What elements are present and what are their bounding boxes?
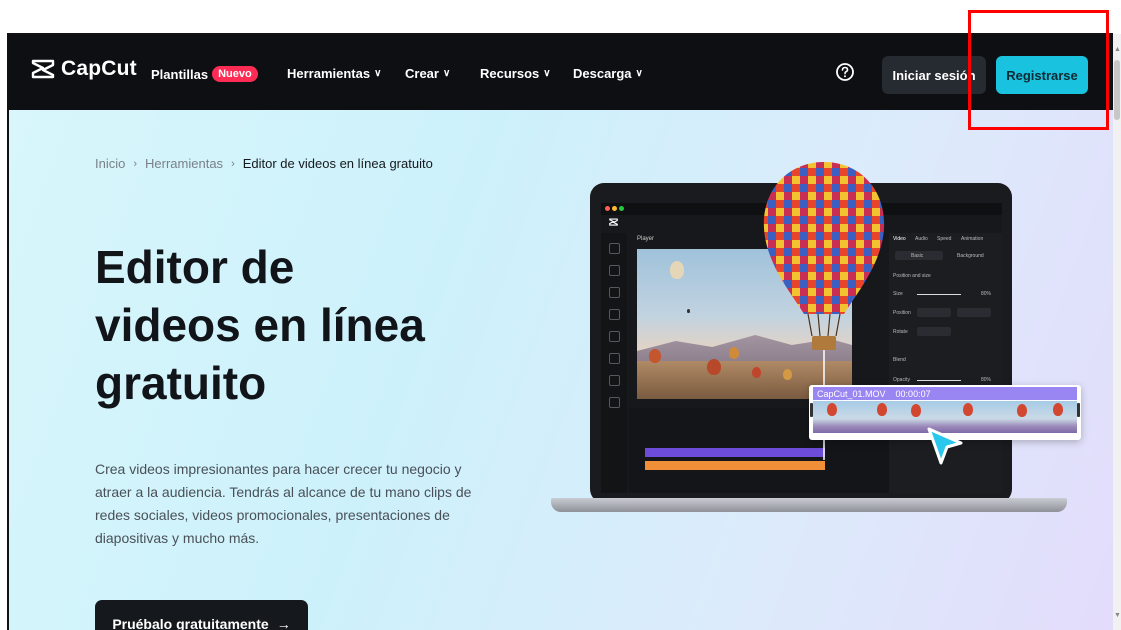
effects-icon xyxy=(609,353,620,364)
opacity-value: 80% xyxy=(981,377,992,383)
help-icon[interactable] xyxy=(835,62,855,82)
nav-item-plantillas[interactable]: Plantillas Nuevo xyxy=(151,66,258,82)
annotation-highlight-box xyxy=(968,10,1109,130)
transition-icon xyxy=(609,375,620,386)
text-icon xyxy=(609,309,620,320)
logo-text: CapCut xyxy=(61,57,137,80)
title-line: videos en línea xyxy=(95,299,425,351)
chevron-right-icon: › xyxy=(231,157,235,170)
position-label: Position xyxy=(893,310,911,316)
player-label: Player xyxy=(637,236,655,242)
tab-speed: Speed xyxy=(937,236,952,242)
nav-item-descarga[interactable]: Descarga ∨ xyxy=(573,66,643,81)
size-value: 80% xyxy=(981,291,992,297)
page-scrollbar[interactable] xyxy=(1113,34,1121,630)
capcut-logo-icon xyxy=(31,59,55,79)
nav-item-label: Plantillas xyxy=(151,66,209,82)
nav-item-herramientas[interactable]: Herramientas ∨ xyxy=(287,66,381,81)
breadcrumb-current: Editor de videos en línea gratuito xyxy=(242,156,433,171)
breadcrumb: Inicio › Herramientas › Editor de videos… xyxy=(95,156,433,171)
window-dot-icon xyxy=(619,206,624,211)
rotate-label: Rotate xyxy=(893,329,908,335)
hero-description: Crea videos impresionantes para hacer cr… xyxy=(95,461,472,546)
thumb-balloon xyxy=(877,403,887,416)
new-badge: Nuevo xyxy=(212,66,258,82)
breadcrumb-section-link[interactable]: Herramientas xyxy=(145,156,223,171)
thumb-balloon xyxy=(1017,404,1027,417)
small-balloon xyxy=(707,359,721,375)
position-y-box xyxy=(957,308,991,317)
media-icon xyxy=(609,243,620,254)
tab-animation: Animation xyxy=(961,236,984,242)
window-top-strip xyxy=(0,0,1121,34)
clip-header: CapCut_01.MOV 00:00:07 xyxy=(813,387,1077,400)
scroll-up-arrow-icon[interactable]: ▲ xyxy=(1114,46,1121,53)
small-balloon xyxy=(687,309,690,313)
chevron-down-icon: ∨ xyxy=(635,68,643,79)
scrollbar-thumb[interactable] xyxy=(1114,60,1120,120)
audio-icon xyxy=(609,287,620,298)
page-title: Editor de videos en línea gratuito xyxy=(95,238,515,412)
nav-item-label: Herramientas xyxy=(287,66,371,81)
capcut-logo[interactable]: CapCut xyxy=(31,57,137,81)
chevron-right-icon: › xyxy=(133,157,138,170)
small-balloon xyxy=(649,349,661,363)
rotate-box xyxy=(917,327,951,336)
small-balloon xyxy=(670,261,684,279)
small-balloon xyxy=(729,347,739,359)
opacity-slider xyxy=(917,380,961,381)
nav-item-label: Crear xyxy=(405,66,439,81)
timeline-track-orange xyxy=(645,461,825,470)
tab-audio: Audio xyxy=(915,236,928,242)
top-navigation-bar: CapCut Plantillas Nuevo Herramientas ∨ C… xyxy=(9,35,1113,110)
chevron-down-icon: ∨ xyxy=(543,68,551,79)
sticker-icon xyxy=(609,331,620,342)
chevron-down-icon: ∨ xyxy=(442,68,451,79)
title-line: Editor de xyxy=(95,241,295,293)
clip-trim-handle-right[interactable] xyxy=(1077,403,1080,417)
filters-icon xyxy=(609,397,620,408)
subtab-basic: Basic xyxy=(911,253,924,259)
nav-item-crear[interactable]: Crear ∨ xyxy=(405,66,450,81)
capcut-small-logo-icon xyxy=(609,218,618,226)
scroll-down-arrow-icon[interactable]: ▼ xyxy=(1114,612,1121,619)
thumb-balloon xyxy=(1053,403,1063,416)
tab-video: Video xyxy=(893,236,906,242)
size-label: Size xyxy=(893,291,903,297)
editor-sidebar xyxy=(601,233,627,493)
chevron-down-icon: ∨ xyxy=(374,68,382,79)
opacity-label: Opacity xyxy=(893,377,910,383)
try-free-button[interactable]: Pruébalo gratuitamente → xyxy=(95,600,308,630)
thumb-balloon xyxy=(827,403,837,416)
nav-item-label: Recursos xyxy=(480,66,540,81)
try-free-label: Pruébalo gratuitamente xyxy=(112,616,269,630)
subtab-background: Background xyxy=(957,253,984,259)
nav-item-recursos[interactable]: Recursos ∨ xyxy=(480,66,551,81)
thumb-balloon xyxy=(911,404,921,417)
pointer-cursor-icon xyxy=(927,427,963,465)
clip-name: CapCut_01.MOV xyxy=(817,388,886,399)
thumb-balloon xyxy=(963,403,973,416)
blend-label: Blend xyxy=(893,357,906,363)
position-size-label: Position and size xyxy=(893,273,931,279)
arrow-right-icon: → xyxy=(276,616,291,630)
clip-time: 00:00:07 xyxy=(895,388,931,399)
window-dot-icon xyxy=(612,206,617,211)
clip-trim-handle-left[interactable] xyxy=(810,403,813,417)
nav-item-label: Descarga xyxy=(573,66,632,81)
size-slider xyxy=(917,294,961,295)
window-dot-icon xyxy=(605,206,610,211)
position-x-box xyxy=(917,308,951,317)
breadcrumb-home-link[interactable]: Inicio xyxy=(95,156,125,171)
laptop-base xyxy=(551,498,1067,512)
stock-icon xyxy=(609,265,620,276)
title-line: gratuito xyxy=(95,357,267,409)
